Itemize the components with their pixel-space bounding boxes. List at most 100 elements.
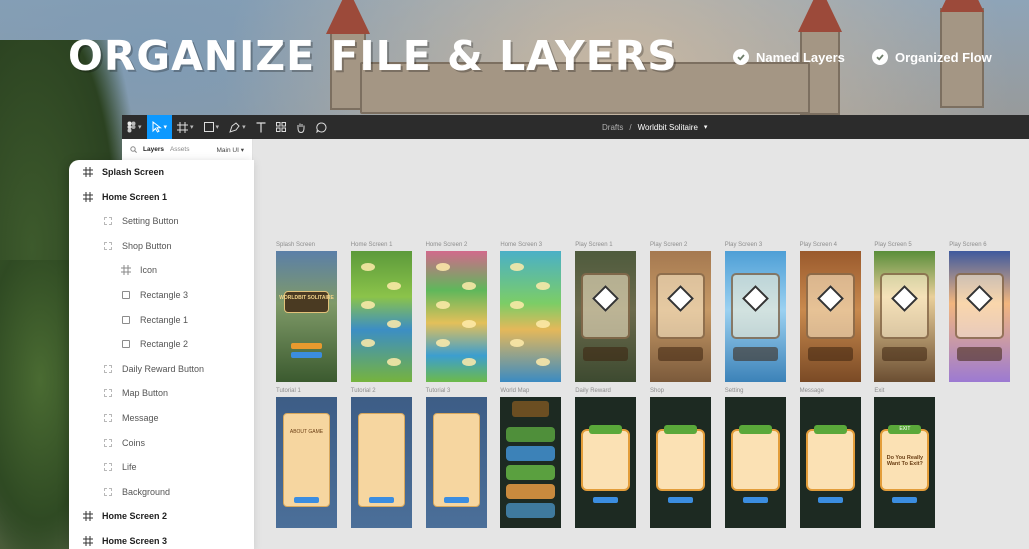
card-tray bbox=[957, 347, 1003, 361]
card-tray bbox=[882, 347, 928, 361]
layer-row[interactable]: Splash Screen bbox=[83, 160, 164, 184]
text-tool-button[interactable] bbox=[251, 115, 271, 139]
frame-thumbnail[interactable] bbox=[949, 251, 1011, 382]
layer-row[interactable]: Daily Reward Button bbox=[103, 357, 204, 381]
search-icon[interactable] bbox=[130, 146, 137, 153]
frame-thumbnail[interactable] bbox=[350, 397, 412, 528]
layer-row[interactable]: Home Screen 1 bbox=[83, 185, 167, 209]
frame-label[interactable]: Tutorial 3 bbox=[426, 388, 451, 394]
frame-thumbnail[interactable] bbox=[724, 251, 786, 382]
comment-tool-button[interactable] bbox=[311, 115, 332, 139]
frame-label[interactable]: Play Screen 3 bbox=[725, 242, 762, 248]
layer-row[interactable]: Rectangle 3 bbox=[121, 283, 188, 307]
file-name[interactable]: Worldbit Solitaire bbox=[638, 123, 698, 132]
frame-tool-button[interactable]: ▾ bbox=[172, 115, 199, 139]
frame-label[interactable]: Tutorial 1 bbox=[276, 388, 301, 394]
frame-label[interactable]: Play Screen 5 bbox=[874, 242, 911, 248]
layer-row[interactable]: Shop Button bbox=[103, 234, 172, 258]
frame-label[interactable]: Daily Reward bbox=[575, 388, 611, 394]
frame-thumbnail[interactable] bbox=[799, 251, 861, 382]
popup-button bbox=[817, 497, 843, 503]
page-selector[interactable]: Main UI ▾ bbox=[217, 146, 252, 154]
frame-thumbnail[interactable] bbox=[350, 251, 412, 382]
frame-thumbnail[interactable] bbox=[724, 397, 786, 528]
frame-icon bbox=[121, 265, 131, 276]
map-path-node bbox=[360, 301, 375, 309]
frame-label[interactable]: World Map bbox=[500, 388, 529, 394]
layer-row[interactable]: Rectangle 1 bbox=[121, 308, 188, 332]
frame-thumbnail[interactable] bbox=[500, 251, 562, 382]
frame-label[interactable]: Play Screen 4 bbox=[800, 242, 837, 248]
breadcrumb-parent[interactable]: Drafts bbox=[602, 123, 623, 132]
layer-row[interactable]: Home Screen 3 bbox=[83, 529, 167, 549]
rectangle-icon bbox=[121, 339, 131, 349]
layer-row[interactable]: Rectangle 2 bbox=[121, 332, 188, 356]
map-path-node bbox=[510, 339, 525, 347]
layer-row[interactable]: Setting Button bbox=[103, 209, 179, 233]
frame-thumbnail[interactable] bbox=[799, 397, 861, 528]
tab-assets[interactable]: Assets bbox=[170, 146, 190, 153]
frame-thumbnail[interactable]: WORLDBIT SOLITAIRE bbox=[276, 251, 337, 382]
layer-label: Message bbox=[122, 413, 159, 423]
group-icon bbox=[103, 487, 113, 497]
frame-label[interactable]: Shop bbox=[650, 388, 664, 394]
castle-roof bbox=[940, 0, 984, 12]
frame-label[interactable]: Play Screen 6 bbox=[949, 242, 986, 248]
map-level-island bbox=[506, 503, 556, 518]
layer-row[interactable]: Icon bbox=[121, 258, 157, 282]
frame-label[interactable]: Exit bbox=[874, 388, 884, 394]
popup-panel bbox=[805, 429, 855, 491]
frame-thumbnail[interactable] bbox=[425, 397, 487, 528]
frame-thumbnail[interactable]: EXIT Do You Really Want To Exit? bbox=[874, 397, 936, 528]
frame-label[interactable]: Tutorial 2 bbox=[351, 388, 376, 394]
layer-row[interactable]: Life bbox=[103, 455, 137, 479]
resources-tool-button[interactable] bbox=[271, 115, 291, 139]
frame-icon bbox=[83, 167, 93, 177]
layer-label: Splash Screen bbox=[102, 167, 165, 177]
page-headline: ORGANIZE FILE & LAYERS bbox=[68, 32, 678, 80]
frame-label[interactable]: Play Screen 2 bbox=[650, 242, 687, 248]
frame-thumbnail[interactable] bbox=[650, 397, 711, 528]
pen-tool-button[interactable]: ▾ bbox=[224, 115, 251, 139]
move-tool-button[interactable]: ▾ bbox=[146, 115, 173, 139]
tutorial-scroll bbox=[283, 413, 330, 507]
layer-row[interactable]: Background bbox=[103, 480, 170, 504]
frame-label[interactable]: Home Screen 2 bbox=[426, 242, 468, 248]
frame-thumbnail[interactable] bbox=[500, 397, 562, 528]
layer-row[interactable]: Home Screen 2 bbox=[83, 504, 167, 528]
frame-thumbnail[interactable] bbox=[575, 251, 637, 382]
tab-layers[interactable]: Layers bbox=[143, 146, 164, 153]
frame-thumbnail[interactable] bbox=[575, 397, 637, 528]
frame-label[interactable]: Splash Screen bbox=[276, 242, 315, 248]
chevron-down-icon: ▾ bbox=[242, 124, 246, 131]
hand-tool-button[interactable] bbox=[291, 115, 311, 139]
chevron-down-icon: ▾ bbox=[190, 124, 194, 131]
frame-thumbnail[interactable]: ABOUT GAME bbox=[276, 397, 337, 528]
layer-row[interactable]: Map Button bbox=[103, 381, 168, 405]
frame-icon bbox=[83, 191, 93, 202]
splash-logo-text: WORLDBIT SOLITAIRE bbox=[279, 295, 334, 301]
map-level-island bbox=[506, 446, 556, 461]
tutorial-button bbox=[291, 352, 322, 358]
frame-label[interactable]: Play Screen 1 bbox=[575, 242, 612, 248]
layer-label: Life bbox=[122, 462, 137, 473]
popup-button bbox=[668, 497, 693, 503]
shape-tool-button[interactable]: ▾ bbox=[199, 115, 225, 139]
layer-row[interactable]: Message bbox=[103, 406, 159, 430]
frame-thumbnail[interactable] bbox=[650, 251, 711, 382]
popup-button bbox=[892, 497, 918, 503]
layer-row[interactable]: Coins bbox=[103, 431, 145, 455]
frame-thumbnail[interactable] bbox=[874, 251, 936, 382]
frame-thumbnail[interactable] bbox=[425, 251, 487, 382]
chevron-down-icon[interactable]: ▾ bbox=[704, 123, 708, 131]
map-path-node bbox=[461, 358, 476, 366]
main-menu-button[interactable]: ▾ bbox=[122, 115, 147, 139]
frame-label[interactable]: Home Screen 3 bbox=[500, 242, 542, 248]
frame-label[interactable]: Setting bbox=[725, 388, 744, 394]
check-icon bbox=[733, 49, 749, 65]
rectangle-icon bbox=[121, 315, 131, 325]
layers-panel: Splash Screen Home Screen 1 Setting Button… bbox=[69, 160, 254, 549]
frame-label[interactable]: Message bbox=[800, 388, 824, 394]
castle-roof bbox=[326, 0, 370, 34]
frame-label[interactable]: Home Screen 1 bbox=[351, 242, 393, 248]
